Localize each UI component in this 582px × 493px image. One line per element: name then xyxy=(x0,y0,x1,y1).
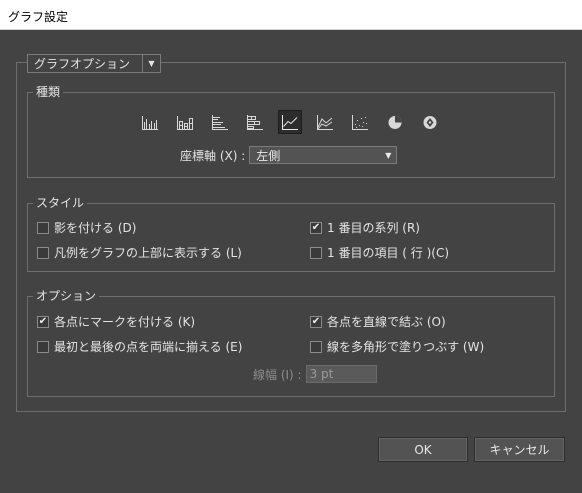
chart-type-group xyxy=(27,92,555,178)
checkbox-label: 各点を直線で結ぶ (O) xyxy=(327,315,446,329)
chart-type-legend: 種類 xyxy=(33,85,64,99)
draw-filled-lines-checkbox[interactable]: 線を多角形で塗りつぶす (W) xyxy=(310,338,484,355)
checkbox-box[interactable] xyxy=(37,246,49,259)
first-row-checkbox[interactable]: 1 番目の項目 ( 行 )(C) xyxy=(310,244,449,261)
axis-select-value: 左側 xyxy=(256,148,281,163)
axis-select[interactable]: 左側 ▼ xyxy=(249,146,398,164)
edge-to-edge-checkbox[interactable]: 最初と最後の点を両端に揃える (E) xyxy=(37,338,242,355)
checkbox-box[interactable]: ✔ xyxy=(37,315,49,328)
checkbox-box[interactable] xyxy=(37,221,49,234)
checkbox-label: 各点にマークを付ける (K) xyxy=(54,315,196,329)
checkbox-box[interactable] xyxy=(37,340,49,353)
options-dropdown[interactable]: グラフオプション ▼ xyxy=(27,54,161,73)
checkbox-label: 1 番目の項目 ( 行 )(C) xyxy=(327,246,449,260)
drop-shadow-checkbox[interactable]: 影を付ける (D) xyxy=(37,219,136,236)
checkbox-box[interactable]: ✔ xyxy=(310,221,322,234)
options-legend: オプション xyxy=(33,289,100,303)
axis-label: 座標軸 (X) : xyxy=(180,148,246,163)
grouped-bar-chart-icon[interactable] xyxy=(208,110,232,134)
window-title: グラフ設定 xyxy=(8,10,69,24)
chevron-down-icon[interactable]: ▼ xyxy=(380,151,396,160)
checkbox-box[interactable] xyxy=(310,340,322,353)
mark-points-checkbox[interactable]: ✔ 各点にマークを付ける (K) xyxy=(37,313,195,330)
chart-type-icons xyxy=(138,110,453,134)
legend-top-checkbox[interactable]: 凡例をグラフの上部に表示する (L) xyxy=(37,244,242,261)
pie-chart-icon[interactable] xyxy=(383,110,407,134)
checkbox-label: 1 番目の系列 (R) xyxy=(327,221,420,235)
first-series-checkbox[interactable]: ✔ 1 番目の系列 (R) xyxy=(310,219,420,236)
line-chart-icon[interactable] xyxy=(278,110,302,134)
grouped-column-chart-icon[interactable] xyxy=(138,110,162,134)
chevron-down-icon[interactable]: ▼ xyxy=(142,55,160,72)
stroke-width-label: 線幅 (I) : xyxy=(253,367,302,382)
checkbox-label: 凡例をグラフの上部に表示する (L) xyxy=(54,246,242,260)
checkbox-box[interactable] xyxy=(310,246,322,259)
options-dropdown-value: グラフオプション xyxy=(34,57,131,71)
stroke-width-row: 線幅 (I) : xyxy=(253,365,377,383)
connect-points-checkbox[interactable]: ✔ 各点を直線で結ぶ (O) xyxy=(310,313,446,330)
axis-row: 座標軸 (X) : 左側 ▼ xyxy=(180,146,398,164)
checkbox-label: 影を付ける (D) xyxy=(54,221,137,235)
ok-button[interactable]: OK xyxy=(378,437,468,462)
scatter-chart-icon[interactable] xyxy=(348,110,372,134)
checkbox-box[interactable]: ✔ xyxy=(310,315,322,328)
area-chart-icon[interactable] xyxy=(313,110,337,134)
stacked-bar-chart-icon[interactable] xyxy=(243,110,267,134)
style-legend: スタイル xyxy=(33,196,88,210)
title-bar: グラフ設定 xyxy=(0,0,582,30)
radar-chart-icon[interactable] xyxy=(418,110,442,134)
stroke-width-field[interactable] xyxy=(305,365,377,383)
cancel-button[interactable]: キャンセル xyxy=(474,437,565,462)
stacked-column-chart-icon[interactable] xyxy=(173,110,197,134)
checkbox-label: 線を多角形で塗りつぶす (W) xyxy=(327,340,485,354)
style-group xyxy=(27,203,555,272)
checkbox-label: 最初と最後の点を両端に揃える (E) xyxy=(54,340,243,354)
